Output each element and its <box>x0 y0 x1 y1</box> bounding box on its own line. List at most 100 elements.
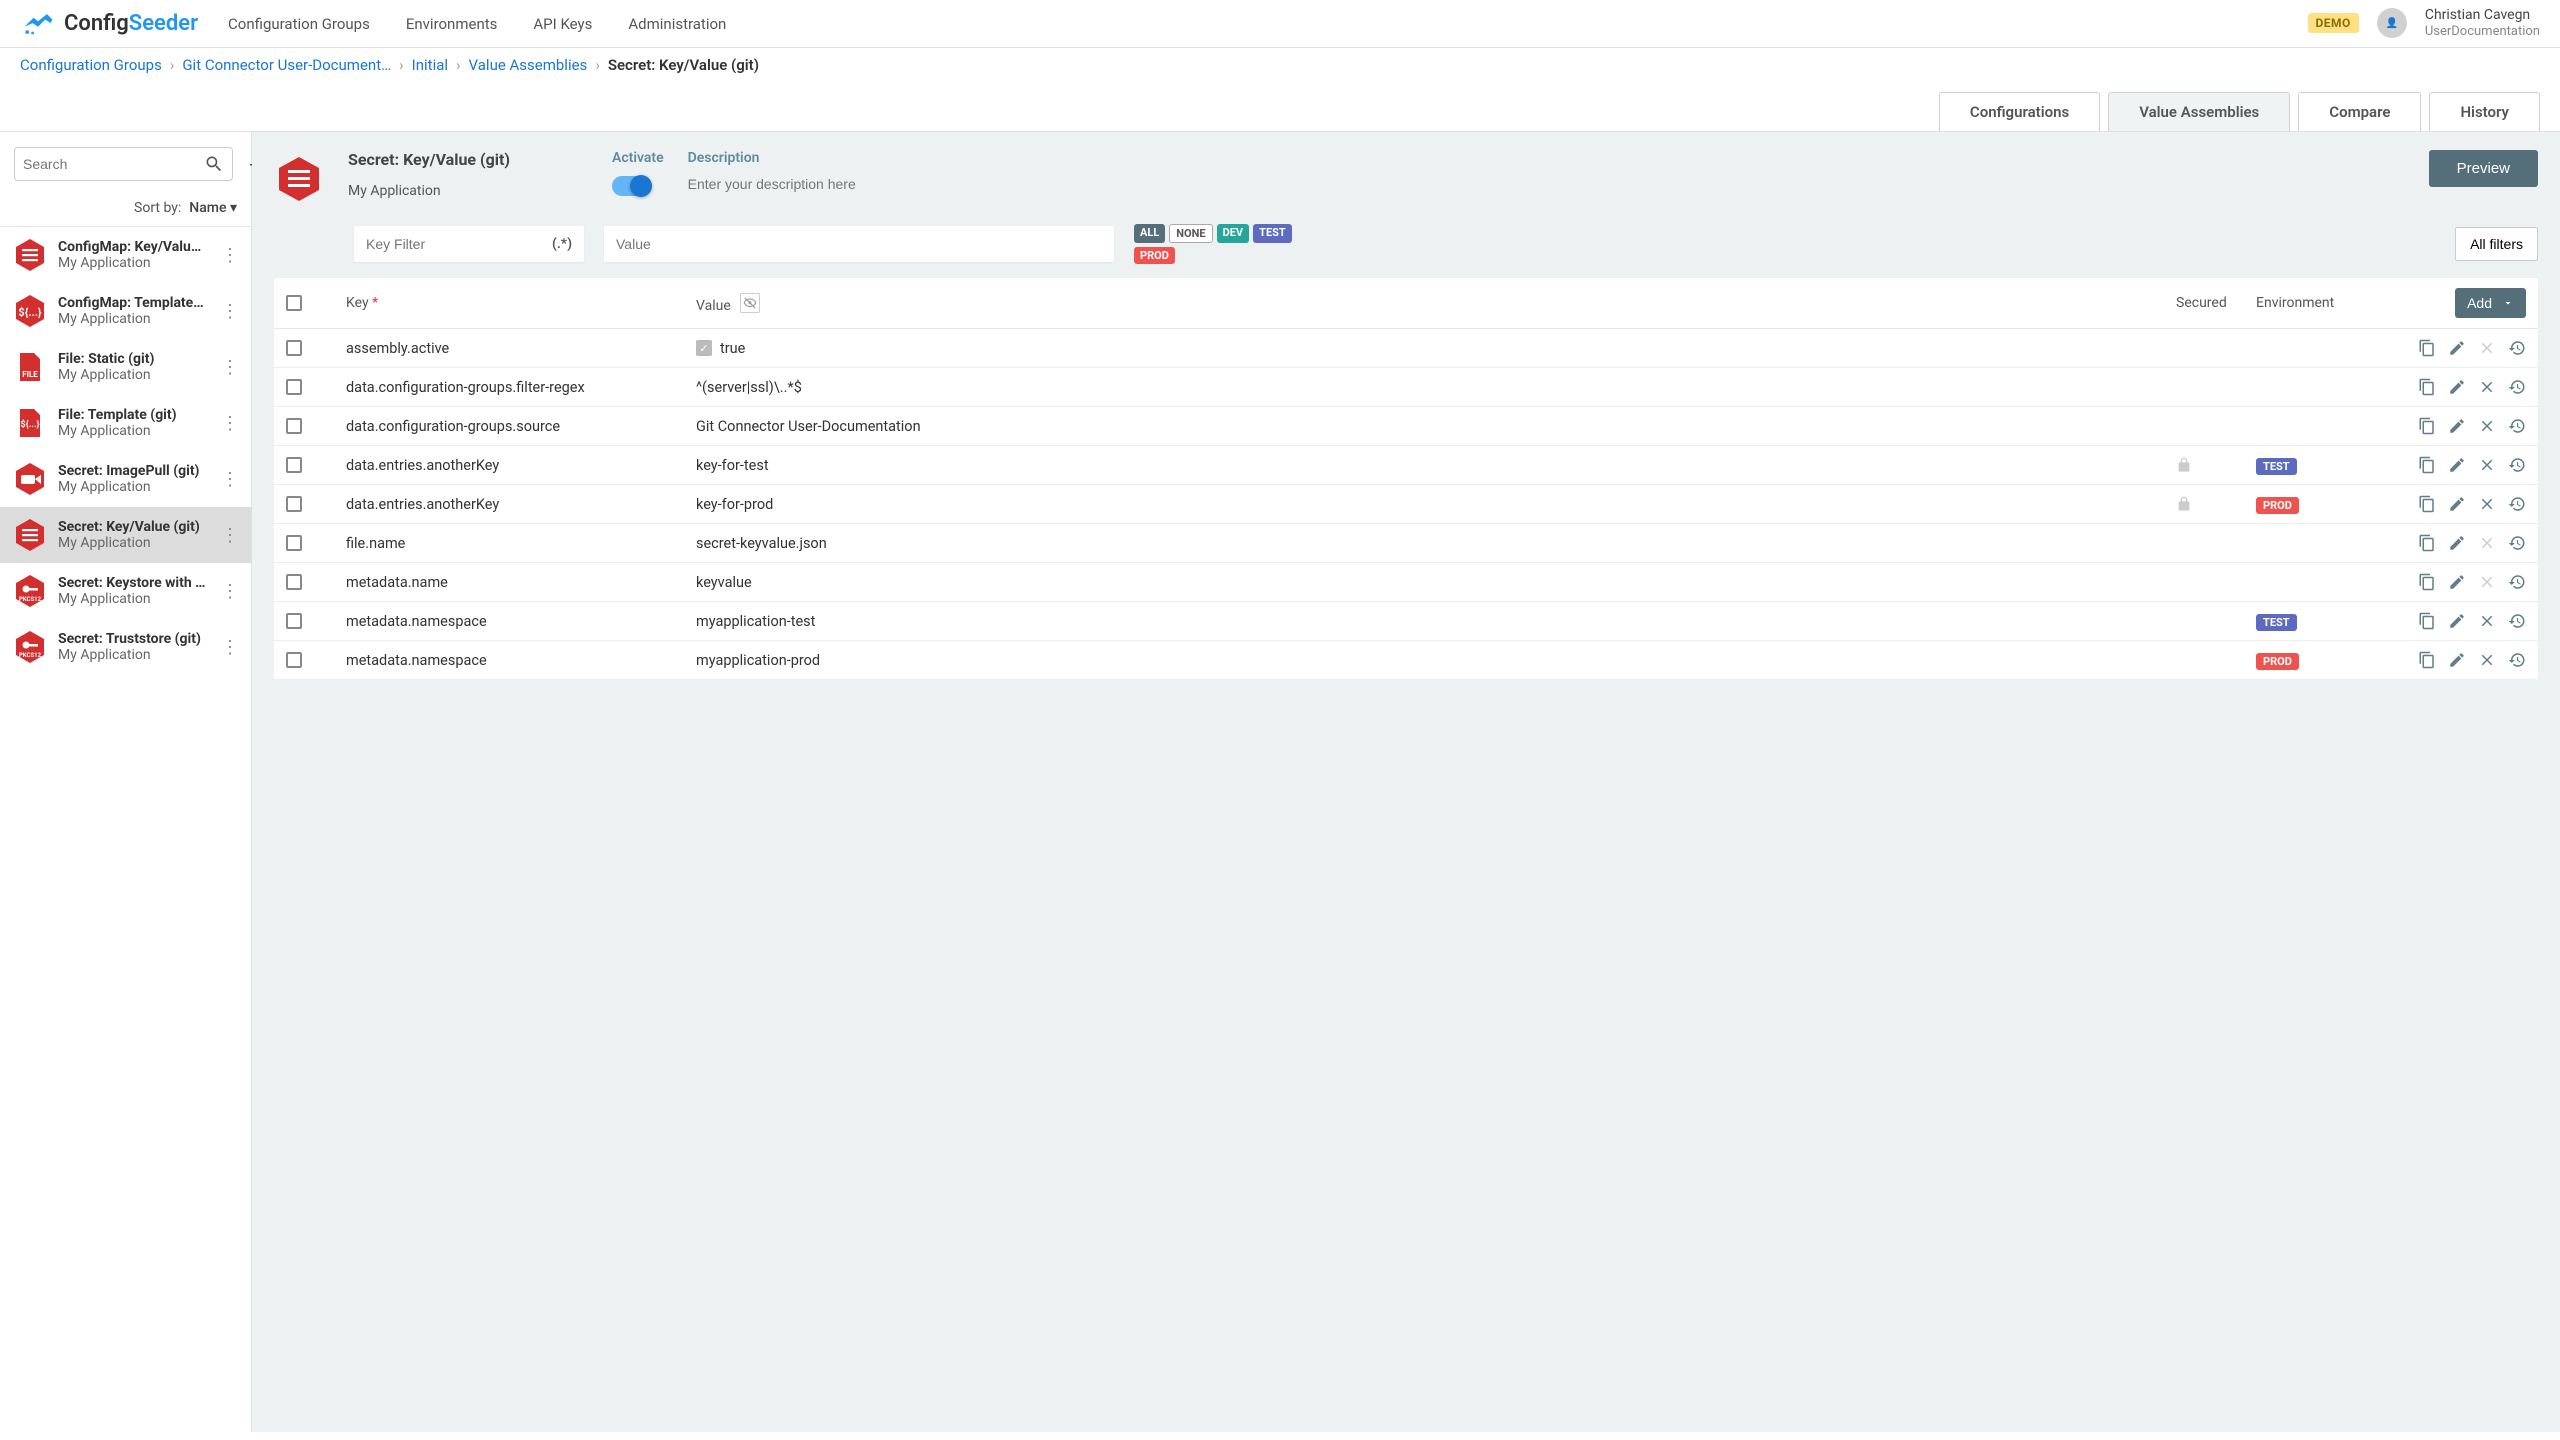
env-badge-all[interactable]: ALL <box>1134 224 1165 243</box>
row-checkbox[interactable] <box>286 418 302 434</box>
activate-toggle[interactable] <box>612 176 650 196</box>
row-checkbox[interactable] <box>286 379 302 395</box>
sidebar-item-more-icon[interactable]: ⋮ <box>217 465 243 494</box>
search-input[interactable] <box>23 156 204 172</box>
sidebar-item[interactable]: PKCS12Secret: Truststore (git)My Applica… <box>0 619 251 675</box>
nav-item[interactable]: Administration <box>628 15 726 33</box>
sidebar-item-more-icon[interactable]: ⋮ <box>217 241 243 270</box>
sidebar-item-more-icon[interactable]: ⋮ <box>217 577 243 606</box>
key-filter-input[interactable] <box>366 236 552 252</box>
history-icon[interactable] <box>2508 534 2526 552</box>
row-checkbox[interactable] <box>286 457 302 473</box>
value-filter-input[interactable] <box>604 226 1114 262</box>
delete-icon[interactable] <box>2478 651 2496 669</box>
edit-icon[interactable] <box>2448 612 2466 630</box>
tab-value-assemblies[interactable]: Value Assemblies <box>2108 92 2290 131</box>
row-key: file.name <box>326 535 696 552</box>
delete-icon[interactable] <box>2478 612 2496 630</box>
tab-configurations[interactable]: Configurations <box>1939 92 2100 131</box>
tab-history[interactable]: History <box>2429 92 2540 131</box>
history-icon[interactable] <box>2508 651 2526 669</box>
nav-item[interactable]: Configuration Groups <box>228 15 370 33</box>
sidebar-item-more-icon[interactable]: ⋮ <box>217 633 243 662</box>
edit-icon[interactable] <box>2448 339 2466 357</box>
delete-icon[interactable] <box>2478 456 2496 474</box>
copy-icon[interactable] <box>2418 378 2436 396</box>
edit-icon[interactable] <box>2448 417 2466 435</box>
edit-icon[interactable] <box>2448 378 2466 396</box>
nav-item[interactable]: API Keys <box>533 15 592 33</box>
sidebar-item[interactable]: ConfigMap: Key/Value …My Application⋮ <box>0 227 251 283</box>
breadcrumb-link[interactable]: Initial <box>412 56 448 74</box>
env-tag: PROD <box>2256 653 2299 670</box>
sort-value[interactable]: Name ▾ <box>189 200 237 216</box>
row-checkbox[interactable] <box>286 574 302 590</box>
delete-icon[interactable] <box>2478 417 2496 435</box>
history-icon[interactable] <box>2508 573 2526 591</box>
sidebar-item[interactable]: Secret: ImagePull (git)My Application⋮ <box>0 451 251 507</box>
sidebar-item-more-icon[interactable]: ⋮ <box>217 521 243 550</box>
preview-button[interactable]: Preview <box>2429 150 2538 187</box>
edit-icon[interactable] <box>2448 495 2466 513</box>
sort-control[interactable]: Sort by: Name ▾ <box>0 196 251 227</box>
tab-compare[interactable]: Compare <box>2298 92 2421 131</box>
row-checkbox[interactable] <box>286 535 302 551</box>
history-icon[interactable] <box>2508 612 2526 630</box>
edit-icon[interactable] <box>2448 573 2466 591</box>
avatar[interactable]: 👤 <box>2377 8 2407 38</box>
history-icon[interactable] <box>2508 417 2526 435</box>
sidebar-item-more-icon[interactable]: ⋮ <box>217 409 243 438</box>
row-checkbox[interactable] <box>286 652 302 668</box>
history-icon[interactable] <box>2508 495 2526 513</box>
nav-item[interactable]: Environments <box>406 15 498 33</box>
breadcrumb-link[interactable]: Git Connector User-Document… <box>182 56 391 74</box>
sidebar-item-more-icon[interactable]: ⋮ <box>217 353 243 382</box>
sidebar-item-more-icon[interactable]: ⋮ <box>217 297 243 326</box>
copy-icon[interactable] <box>2418 495 2436 513</box>
toggle-visibility-icon[interactable] <box>740 293 760 313</box>
breadcrumb-link[interactable]: Configuration Groups <box>20 56 162 74</box>
copy-icon[interactable] <box>2418 651 2436 669</box>
history-icon[interactable] <box>2508 339 2526 357</box>
sidebar-search[interactable] <box>14 147 233 181</box>
sidebar-item[interactable]: PKCS12Secret: Keystore with …My Applicat… <box>0 563 251 619</box>
history-icon[interactable] <box>2508 456 2526 474</box>
breadcrumb-link[interactable]: Value Assemblies <box>469 56 588 74</box>
row-checkbox[interactable] <box>286 340 302 356</box>
row-checkbox[interactable] <box>286 613 302 629</box>
row-checkbox[interactable] <box>286 496 302 512</box>
env-badge-test[interactable]: TEST <box>1253 224 1292 243</box>
sidebar-item[interactable]: FILEFile: Static (git)My Application⋮ <box>0 339 251 395</box>
copy-icon[interactable] <box>2418 417 2436 435</box>
sidebar-item-icon: ${...} <box>12 293 48 329</box>
copy-icon[interactable] <box>2418 612 2436 630</box>
add-row-button[interactable]: Add <box>2455 288 2526 318</box>
env-badge-dev[interactable]: DEV <box>1217 224 1250 243</box>
copy-icon[interactable] <box>2418 456 2436 474</box>
delete-icon[interactable] <box>2478 378 2496 396</box>
user-info[interactable]: Christian Cavegn UserDocumentation <box>2425 7 2540 39</box>
sidebar-item[interactable]: ${...}File: Template (git)My Application… <box>0 395 251 451</box>
env-tag: TEST <box>2256 458 2297 475</box>
checkbox-disabled-icon: ✓ <box>696 340 712 356</box>
logo[interactable]: ConfigSeeder <box>20 10 198 38</box>
edit-icon[interactable] <box>2448 456 2466 474</box>
edit-icon[interactable] <box>2448 534 2466 552</box>
select-all-checkbox[interactable] <box>286 295 302 311</box>
env-badge-prod[interactable]: PROD <box>1134 247 1175 264</box>
copy-icon[interactable] <box>2418 339 2436 357</box>
description-input[interactable] <box>688 176 2405 192</box>
regex-toggle[interactable]: (.*) <box>552 236 572 252</box>
table-header: Key * Value Secured Environment Add <box>274 278 2538 329</box>
sidebar-item[interactable]: Secret: Key/Value (git)My Application⋮ <box>0 507 251 563</box>
table-row: assembly.active✓true <box>274 329 2538 368</box>
delete-icon[interactable] <box>2478 495 2496 513</box>
history-icon[interactable] <box>2508 378 2526 396</box>
env-badge-none[interactable]: NONE <box>1169 224 1212 243</box>
sidebar-item[interactable]: ${...}ConfigMap: Template (…My Applicati… <box>0 283 251 339</box>
edit-icon[interactable] <box>2448 651 2466 669</box>
copy-icon[interactable] <box>2418 573 2436 591</box>
key-filter[interactable]: (.*) <box>354 226 584 262</box>
copy-icon[interactable] <box>2418 534 2436 552</box>
all-filters-button[interactable]: All filters <box>2455 227 2538 261</box>
